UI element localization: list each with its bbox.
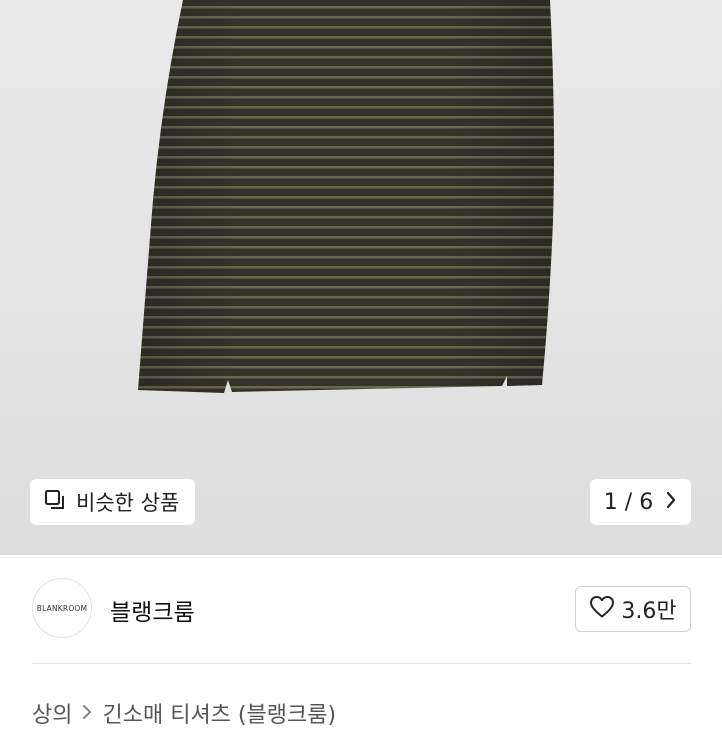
product-image-gallery[interactable]: 비슷한 상품 1 / 6 [0, 0, 722, 555]
pager-counter: 1 / 6 [603, 489, 654, 515]
chevron-right-icon [665, 491, 677, 513]
similar-products-label: 비슷한 상품 [76, 491, 180, 515]
product-photo [138, 0, 554, 393]
seller-name[interactable]: 블랭크룸 [110, 593, 195, 627]
breadcrumb-item-category[interactable]: 긴소매 티셔츠 (블랭크룸) [102, 697, 336, 729]
chevron-right-icon [82, 701, 92, 725]
breadcrumb: 상의 긴소매 티셔츠 (블랭크룸) [32, 697, 336, 729]
section-divider [32, 663, 691, 664]
seller-avatar[interactable]: BLANKROOM [32, 578, 92, 638]
copy-icon [44, 489, 66, 515]
like-button[interactable]: 3.6만 [575, 586, 691, 632]
like-count: 3.6만 [621, 599, 677, 624]
similar-products-button[interactable]: 비슷한 상품 [30, 479, 196, 525]
image-pager-button[interactable]: 1 / 6 [590, 479, 691, 525]
breadcrumb-item-top[interactable]: 상의 [32, 697, 72, 729]
heart-icon [589, 595, 615, 623]
seller-avatar-text: BLANKROOM [36, 603, 88, 613]
